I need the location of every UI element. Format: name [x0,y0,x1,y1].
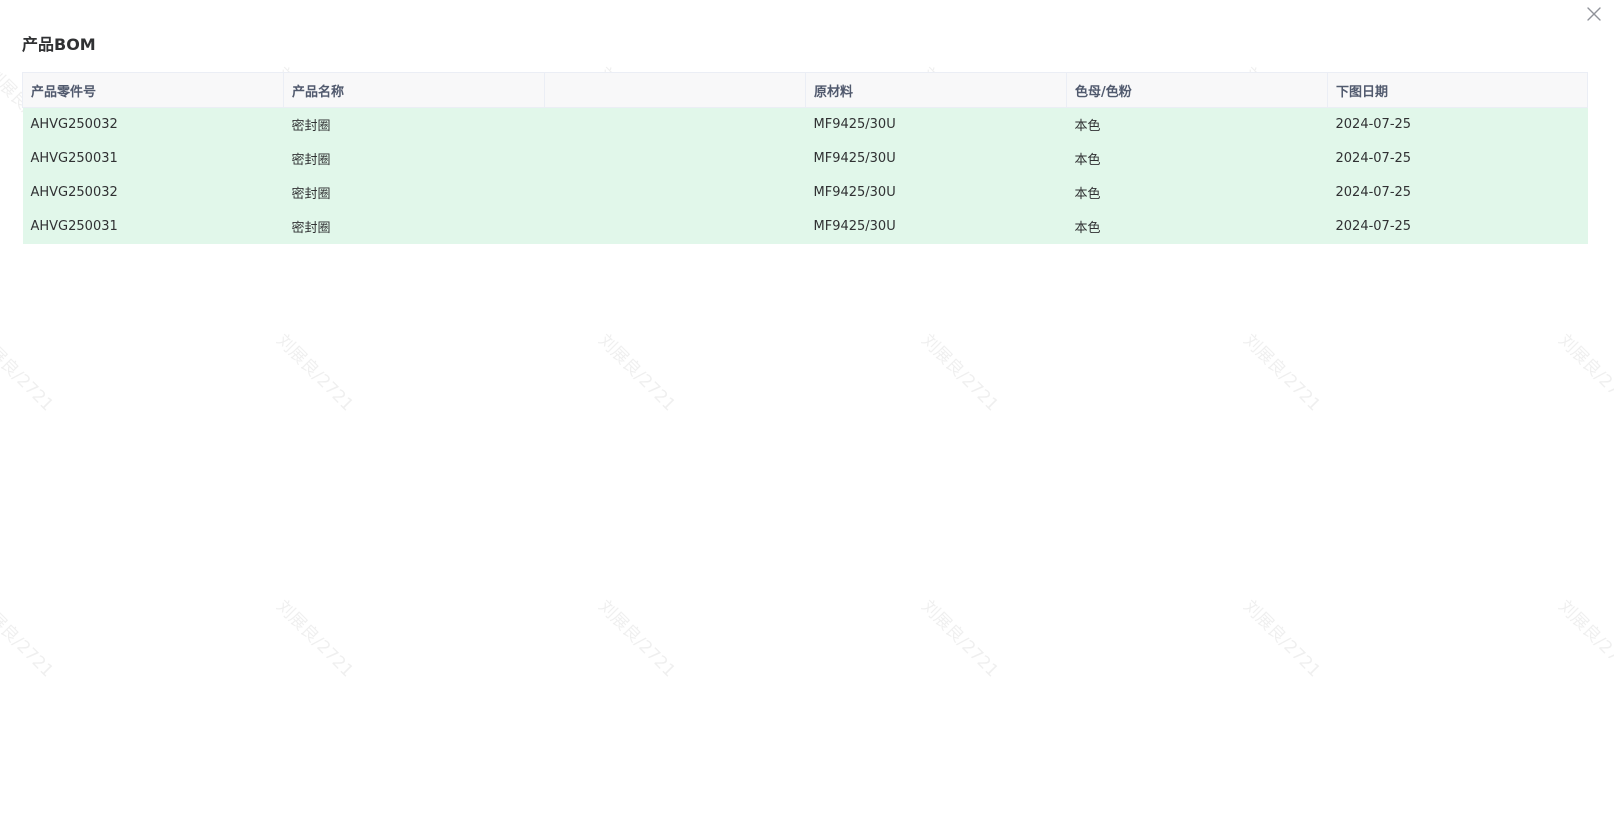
cell-part-number: AHVG250031 [22,209,284,244]
cell-raw-material: MF9425/30U [805,107,1067,142]
watermark: 刘展良/2721 [272,596,358,682]
cell-blank [544,141,806,176]
col-header-drawing-date[interactable]: 下图日期 [1327,72,1588,108]
cell-product-name: 密封圈 [283,209,545,244]
watermark: 刘展良/2721 [1554,330,1614,416]
cell-drawing-date: 2024-07-25 [1327,175,1588,210]
table-row[interactable]: AHVG250031 密封圈 MF9425/30U 本色 2024-07-25 [22,209,1588,244]
table-header: 产品零件号 产品名称 原材料 色母/色粉 下图日期 [22,72,1588,108]
close-button[interactable] [1584,4,1604,24]
col-header-raw-material[interactable]: 原材料 [805,72,1067,108]
col-header-colorant[interactable]: 色母/色粉 [1066,72,1328,108]
cell-drawing-date: 2024-07-25 [1327,141,1588,176]
cell-drawing-date: 2024-07-25 [1327,209,1588,244]
cell-raw-material: MF9425/30U [805,209,1067,244]
col-header-part-number[interactable]: 产品零件号 [22,72,284,108]
cell-drawing-date: 2024-07-25 [1327,107,1588,142]
cell-colorant: 本色 [1066,141,1328,176]
cell-product-name: 密封圈 [283,175,545,210]
cell-product-name: 密封圈 [283,141,545,176]
col-header-blank[interactable] [544,72,806,108]
watermark: 刘展良/2721 [917,330,1003,416]
watermark: 刘展良/2721 [272,330,358,416]
cell-colorant: 本色 [1066,209,1328,244]
watermark: 刘展良/2721 [0,596,58,682]
watermark: 刘展良/2721 [1239,330,1325,416]
cell-raw-material: MF9425/30U [805,175,1067,210]
cell-blank [544,107,806,142]
cell-part-number: AHVG250032 [22,175,284,210]
col-header-product-name[interactable]: 产品名称 [283,72,545,108]
cell-colorant: 本色 [1066,175,1328,210]
close-icon [1587,7,1601,21]
table-row[interactable]: AHVG250032 密封圈 MF9425/30U 本色 2024-07-25 [22,107,1588,142]
cell-part-number: AHVG250031 [22,141,284,176]
watermark: 刘展良/2721 [594,330,680,416]
watermark: 刘展良/2721 [0,330,58,416]
cell-product-name: 密封圈 [283,107,545,142]
header-row: 产品零件号 产品名称 原材料 色母/色粉 下图日期 [22,72,1588,108]
cell-blank [544,209,806,244]
cell-colorant: 本色 [1066,107,1328,142]
dialog-title: 产品BOM [22,35,96,54]
table-body: AHVG250032 密封圈 MF9425/30U 本色 2024-07-25 … [22,107,1588,244]
watermark: 刘展良/2721 [1239,596,1325,682]
watermark: 刘展良/2721 [1554,596,1614,682]
cell-blank [544,175,806,210]
cell-raw-material: MF9425/30U [805,141,1067,176]
watermark: 刘展良/2721 [917,596,1003,682]
product-bom-dialog: 刘展良/2721 刘展良/2721 刘展良/2721 刘展良/2721 刘展良/… [0,0,1614,826]
table-row[interactable]: AHVG250032 密封圈 MF9425/30U 本色 2024-07-25 [22,175,1588,210]
bom-table: 产品零件号 产品名称 原材料 色母/色粉 下图日期 AHVG250032 密封圈… [22,72,1588,244]
table-row[interactable]: AHVG250031 密封圈 MF9425/30U 本色 2024-07-25 [22,141,1588,176]
watermark: 刘展良/2721 [594,596,680,682]
cell-part-number: AHVG250032 [22,107,284,142]
